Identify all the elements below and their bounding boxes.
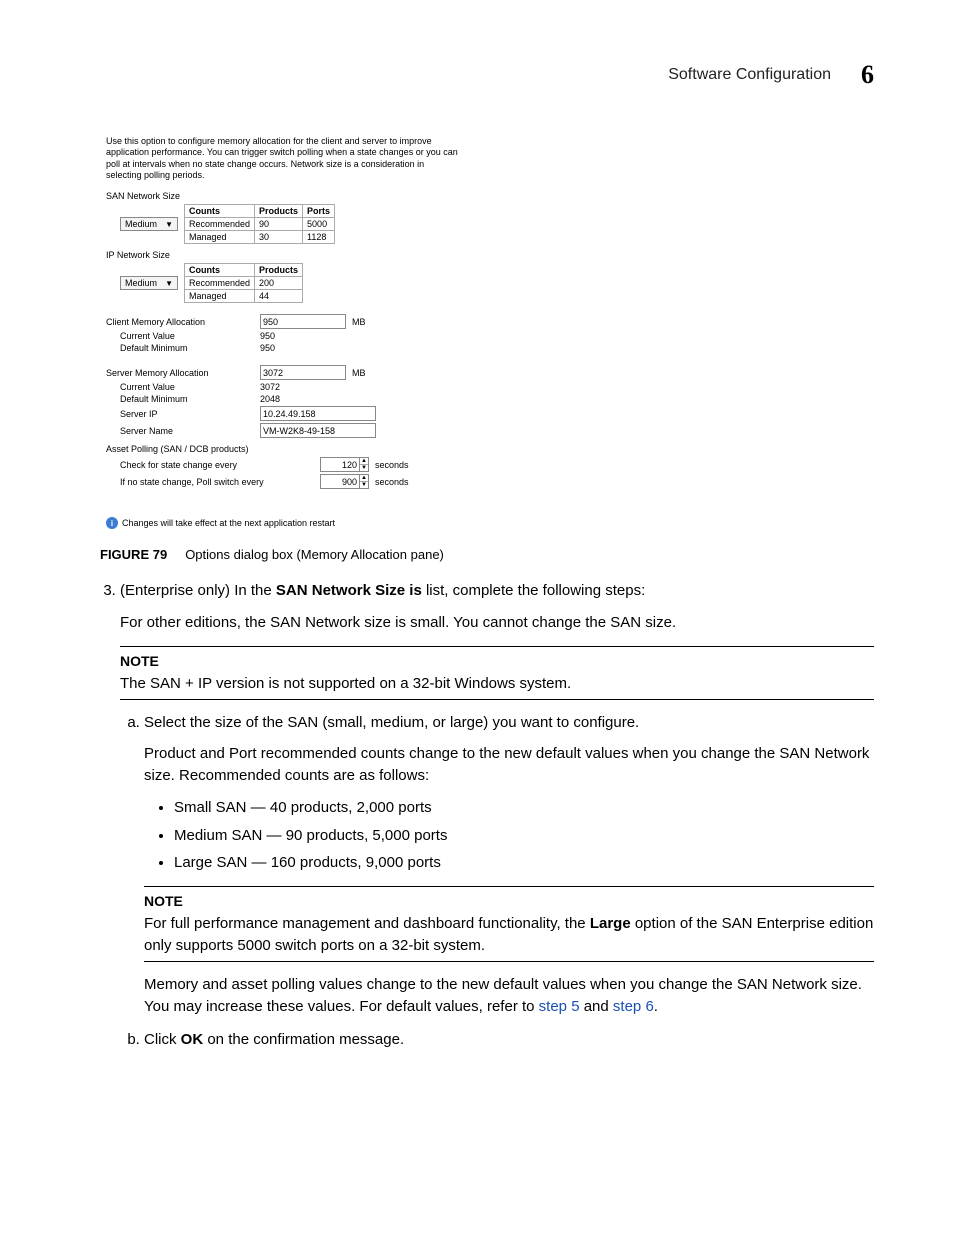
server-name-input[interactable] — [260, 423, 376, 438]
note-1: NOTE The SAN + IP version is not support… — [120, 646, 874, 700]
chapter-number: 6 — [861, 60, 874, 90]
san-counts-table: CountsProductsPorts Recommended905000 Ma… — [184, 204, 335, 244]
step-3b: Click OK on the confirmation message. — [144, 1029, 874, 1051]
figure-screenshot: Use this option to configure memory allo… — [100, 130, 467, 535]
server-mem-input[interactable] — [260, 365, 346, 380]
san-size-list: Small SAN — 40 products, 2,000 ports Med… — [144, 797, 874, 874]
san-size-dropdown[interactable]: Medium ▼ — [120, 217, 178, 231]
server-ip-input[interactable] — [260, 406, 376, 421]
link-step5[interactable]: step 5 — [539, 998, 580, 1015]
polling-label: Asset Polling (SAN / DCB products) — [106, 444, 461, 454]
link-step6[interactable]: step 6 — [613, 998, 654, 1015]
running-header: Software Configuration — [668, 66, 831, 84]
ip-counts-table: CountsProducts Recommended200 Managed44 — [184, 263, 303, 303]
ip-size-label: IP Network Size — [106, 250, 461, 260]
chevron-down-icon: ▼ — [165, 279, 173, 288]
chevron-down-icon: ▼ — [165, 220, 173, 229]
poll-switch-spinner[interactable]: ▲▼ — [320, 474, 369, 489]
step-3a: Select the size of the SAN (small, mediu… — [144, 712, 874, 1018]
client-mem-input[interactable] — [260, 314, 346, 329]
step-3: (Enterprise only) In the SAN Network Siz… — [120, 580, 874, 1051]
figure-intro: Use this option to configure memory allo… — [106, 136, 461, 181]
state-change-spinner[interactable]: ▲▼ — [320, 457, 369, 472]
step3-para1: For other editions, the SAN Network size… — [120, 612, 874, 634]
info-icon: i — [106, 517, 118, 529]
note-2: NOTE For full performance management and… — [144, 886, 874, 962]
restart-note: i Changes will take effect at the next a… — [106, 517, 461, 529]
figure-caption: FIGURE 79Options dialog box (Memory Allo… — [100, 547, 874, 562]
san-size-label: SAN Network Size — [106, 191, 461, 201]
ip-size-dropdown[interactable]: Medium ▼ — [120, 276, 178, 290]
